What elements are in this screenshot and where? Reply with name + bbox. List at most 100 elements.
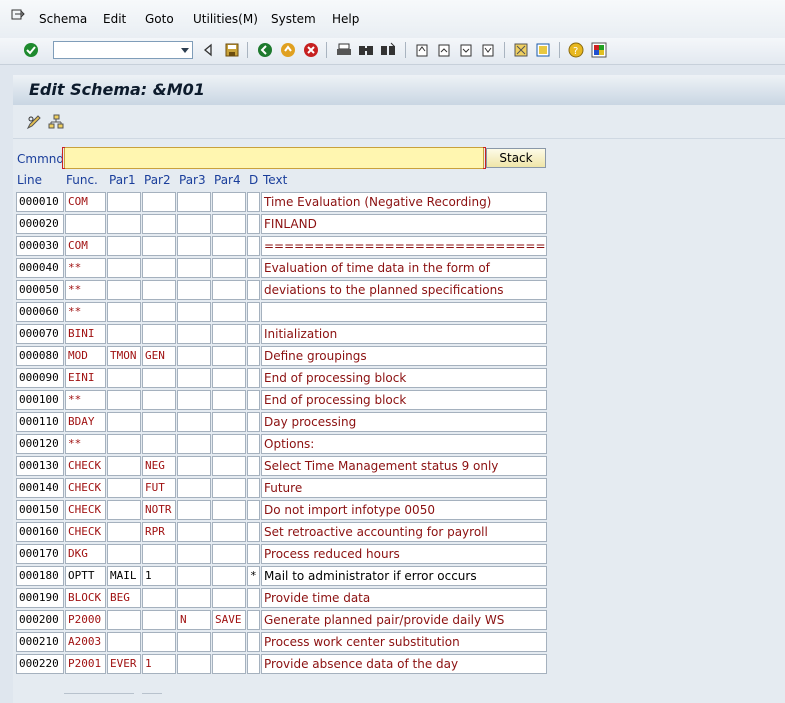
menu-utilities[interactable]: Utilities(M) bbox=[193, 12, 258, 26]
par2-cell[interactable] bbox=[142, 324, 176, 344]
text-cell[interactable]: Initialization bbox=[261, 324, 547, 344]
par3-cell[interactable] bbox=[177, 346, 211, 366]
par4-cell[interactable] bbox=[212, 544, 246, 564]
par1-cell[interactable] bbox=[107, 324, 141, 344]
par3-cell[interactable] bbox=[177, 544, 211, 564]
par4-cell[interactable] bbox=[212, 456, 246, 476]
par1-cell[interactable] bbox=[107, 478, 141, 498]
back-icon[interactable] bbox=[256, 41, 274, 59]
chevron-down-icon[interactable] bbox=[181, 48, 189, 53]
shortcut-icon[interactable] bbox=[534, 41, 552, 59]
par1-cell[interactable] bbox=[107, 434, 141, 454]
par2-cell[interactable] bbox=[142, 214, 176, 234]
par1-cell[interactable] bbox=[107, 500, 141, 520]
par3-cell[interactable] bbox=[177, 522, 211, 542]
par4-cell[interactable] bbox=[212, 412, 246, 432]
text-cell[interactable]: Future bbox=[261, 478, 547, 498]
par1-cell[interactable] bbox=[107, 214, 141, 234]
menu-edit[interactable]: Edit bbox=[103, 12, 126, 26]
par3-cell[interactable] bbox=[177, 302, 211, 322]
par1-cell[interactable]: MAIL bbox=[107, 566, 141, 586]
par2-cell[interactable]: 1 bbox=[142, 566, 176, 586]
par2-cell[interactable]: NOTR bbox=[142, 500, 176, 520]
par4-cell[interactable] bbox=[212, 280, 246, 300]
text-cell[interactable]: Evaluation of time data in the form of bbox=[261, 258, 547, 278]
func-cell[interactable]: A2003 bbox=[65, 632, 106, 652]
par1-cell[interactable] bbox=[107, 280, 141, 300]
find-icon[interactable] bbox=[357, 41, 375, 59]
func-cell[interactable]: BDAY bbox=[65, 412, 106, 432]
par1-cell[interactable] bbox=[107, 412, 141, 432]
par4-cell[interactable] bbox=[212, 302, 246, 322]
text-cell[interactable]: Generate planned pair/provide daily WS bbox=[261, 610, 547, 630]
text-cell[interactable]: FINLAND bbox=[261, 214, 547, 234]
par4-cell[interactable] bbox=[212, 346, 246, 366]
func-cell[interactable]: COM bbox=[65, 192, 106, 212]
par4-cell[interactable] bbox=[212, 258, 246, 278]
func-cell[interactable]: ** bbox=[65, 280, 106, 300]
par1-cell[interactable] bbox=[107, 368, 141, 388]
d-cell[interactable] bbox=[247, 588, 260, 608]
par2-cell[interactable] bbox=[142, 236, 176, 256]
par2-cell[interactable] bbox=[142, 368, 176, 388]
par3-cell[interactable] bbox=[177, 258, 211, 278]
par4-cell[interactable] bbox=[212, 390, 246, 410]
par3-cell[interactable] bbox=[177, 456, 211, 476]
func-cell[interactable]: CHECK bbox=[65, 456, 106, 476]
func-cell[interactable]: ** bbox=[65, 258, 106, 278]
d-cell[interactable] bbox=[247, 368, 260, 388]
par1-cell[interactable]: BEG bbox=[107, 588, 141, 608]
func-cell[interactable] bbox=[65, 214, 106, 234]
previous-page-icon[interactable] bbox=[435, 41, 453, 59]
func-cell[interactable]: ** bbox=[65, 302, 106, 322]
par2-cell[interactable] bbox=[142, 610, 176, 630]
command-field[interactable] bbox=[53, 41, 193, 59]
d-cell[interactable] bbox=[247, 478, 260, 498]
menu-system[interactable]: System bbox=[271, 12, 316, 26]
par4-cell[interactable]: SAVE bbox=[212, 610, 246, 630]
next-page-icon[interactable] bbox=[457, 41, 475, 59]
par3-cell[interactable] bbox=[177, 280, 211, 300]
d-cell[interactable] bbox=[247, 456, 260, 476]
d-cell[interactable] bbox=[247, 346, 260, 366]
par1-cell[interactable] bbox=[107, 258, 141, 278]
exit-icon[interactable] bbox=[279, 41, 297, 59]
par2-cell[interactable] bbox=[142, 588, 176, 608]
func-cell[interactable]: P2000 bbox=[65, 610, 106, 630]
d-cell[interactable] bbox=[247, 500, 260, 520]
text-cell[interactable]: Time Evaluation (Negative Recording) bbox=[261, 192, 547, 212]
print-icon[interactable] bbox=[335, 41, 353, 59]
func-cell[interactable]: EINI bbox=[65, 368, 106, 388]
par2-cell[interactable] bbox=[142, 258, 176, 278]
text-cell[interactable]: deviations to the planned specifications bbox=[261, 280, 547, 300]
par2-cell[interactable] bbox=[142, 544, 176, 564]
par1-cell[interactable] bbox=[107, 610, 141, 630]
text-cell[interactable]: Set retroactive accounting for payroll bbox=[261, 522, 547, 542]
text-cell[interactable]: Define groupings bbox=[261, 346, 547, 366]
par3-cell[interactable] bbox=[177, 214, 211, 234]
menu-schema[interactable]: Schema bbox=[39, 12, 87, 26]
par3-cell[interactable] bbox=[177, 588, 211, 608]
par3-cell[interactable] bbox=[177, 324, 211, 344]
text-cell[interactable]: Select Time Management status 9 only bbox=[261, 456, 547, 476]
par3-cell[interactable] bbox=[177, 236, 211, 256]
par4-cell[interactable] bbox=[212, 434, 246, 454]
d-cell[interactable] bbox=[247, 258, 260, 278]
func-cell[interactable]: DKG bbox=[65, 544, 106, 564]
par4-cell[interactable] bbox=[212, 324, 246, 344]
system-menu-icon[interactable] bbox=[11, 9, 25, 21]
func-cell[interactable]: CHECK bbox=[65, 500, 106, 520]
par2-cell[interactable]: FUT bbox=[142, 478, 176, 498]
enter-check-icon[interactable] bbox=[22, 41, 40, 59]
text-cell[interactable]: Process work center substitution bbox=[261, 632, 547, 652]
text-cell[interactable]: End of processing block bbox=[261, 368, 547, 388]
cancel-icon[interactable] bbox=[302, 41, 320, 59]
text-cell[interactable]: Do not import infotype 0050 bbox=[261, 500, 547, 520]
text-cell[interactable]: ================================== bbox=[261, 236, 547, 256]
par2-cell[interactable] bbox=[142, 280, 176, 300]
func-cell[interactable]: OPTT bbox=[65, 566, 106, 586]
par1-cell[interactable] bbox=[107, 192, 141, 212]
par2-cell[interactable]: 1 bbox=[142, 654, 176, 674]
text-cell[interactable]: Mail to administrator if error occurs bbox=[261, 566, 547, 586]
text-cell[interactable]: Options: bbox=[261, 434, 547, 454]
